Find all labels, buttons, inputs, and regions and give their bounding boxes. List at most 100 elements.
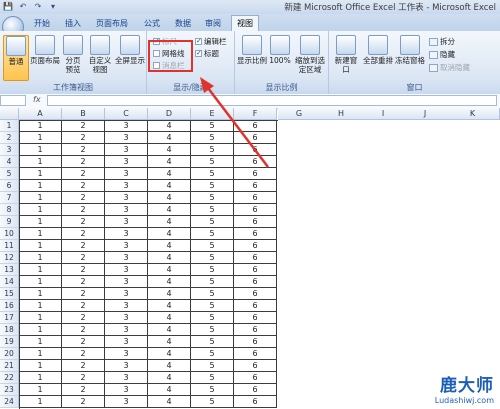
cell-e9[interactable]: 5 xyxy=(191,216,234,228)
row-header-22[interactable]: 22 xyxy=(0,372,19,384)
cell-f18[interactable]: 6 xyxy=(234,324,277,336)
cell-a14[interactable]: 1 xyxy=(19,276,62,288)
cell-b1[interactable]: 2 xyxy=(62,120,105,132)
cell-e14[interactable]: 5 xyxy=(191,276,234,288)
cell-b14[interactable]: 2 xyxy=(62,276,105,288)
row-header-14[interactable]: 14 xyxy=(0,276,19,288)
cell-a5[interactable]: 1 xyxy=(19,168,62,180)
cell-f4[interactable]: 6 xyxy=(234,156,277,168)
split-button[interactable]: 拆分 xyxy=(429,36,455,47)
cell-c19[interactable]: 3 xyxy=(105,336,148,348)
cell-c20[interactable]: 3 xyxy=(105,348,148,360)
cell-f10[interactable]: 6 xyxy=(234,228,277,240)
cell-d9[interactable]: 4 xyxy=(148,216,191,228)
tab-data[interactable]: 数据 xyxy=(173,17,193,30)
cell-c24[interactable]: 3 xyxy=(105,396,148,408)
cell-d24[interactable]: 4 xyxy=(148,396,191,408)
cell-e3[interactable]: 5 xyxy=(191,144,234,156)
cell-b22[interactable]: 2 xyxy=(62,372,105,384)
cell-b13[interactable]: 2 xyxy=(62,264,105,276)
cell-a4[interactable]: 1 xyxy=(19,156,62,168)
cell-c5[interactable]: 3 xyxy=(105,168,148,180)
cell-f5[interactable]: 6 xyxy=(234,168,277,180)
cell-f21[interactable]: 6 xyxy=(234,360,277,372)
row-header-20[interactable]: 20 xyxy=(0,348,19,360)
row-header-12[interactable]: 12 xyxy=(0,252,19,264)
cell-b21[interactable]: 2 xyxy=(62,360,105,372)
cell-c17[interactable]: 3 xyxy=(105,312,148,324)
column-header-a[interactable]: A xyxy=(19,108,62,120)
cell-f17[interactable]: 6 xyxy=(234,312,277,324)
cell-f8[interactable]: 6 xyxy=(234,204,277,216)
cell-b9[interactable]: 2 xyxy=(62,216,105,228)
cell-f15[interactable]: 6 xyxy=(234,288,277,300)
page-layout-view-button[interactable]: 页面布局 xyxy=(30,35,60,65)
cell-f22[interactable]: 6 xyxy=(234,372,277,384)
cell-e10[interactable]: 5 xyxy=(191,228,234,240)
normal-view-button[interactable]: 普通 xyxy=(3,35,29,81)
cell-a18[interactable]: 1 xyxy=(19,324,62,336)
cell-f9[interactable]: 6 xyxy=(234,216,277,228)
undo-icon[interactable]: ↶ xyxy=(17,1,29,12)
cell-e11[interactable]: 5 xyxy=(191,240,234,252)
cell-e2[interactable]: 5 xyxy=(191,132,234,144)
worksheet-grid[interactable]: ABCDEFGHIJK11234562123456312345641234565… xyxy=(0,108,500,409)
cell-d15[interactable]: 4 xyxy=(148,288,191,300)
cell-f16[interactable]: 6 xyxy=(234,300,277,312)
cell-a20[interactable]: 1 xyxy=(19,348,62,360)
cell-c10[interactable]: 3 xyxy=(105,228,148,240)
zoom-100-button[interactable]: 100% xyxy=(269,35,291,65)
cell-d6[interactable]: 4 xyxy=(148,180,191,192)
cell-e23[interactable]: 5 xyxy=(191,384,234,396)
column-header-j[interactable]: J xyxy=(404,108,447,120)
arrange-all-button[interactable]: 全部重排 xyxy=(363,35,393,65)
row-header-5[interactable]: 5 xyxy=(0,168,19,180)
cell-f2[interactable]: 6 xyxy=(234,132,277,144)
cell-b24[interactable]: 2 xyxy=(62,396,105,408)
cell-e17[interactable]: 5 xyxy=(191,312,234,324)
page-break-preview-button[interactable]: 分页预览 xyxy=(62,35,84,74)
cell-d16[interactable]: 4 xyxy=(148,300,191,312)
cell-d10[interactable]: 4 xyxy=(148,228,191,240)
cell-d12[interactable]: 4 xyxy=(148,252,191,264)
row-header-16[interactable]: 16 xyxy=(0,300,19,312)
cell-d23[interactable]: 4 xyxy=(148,384,191,396)
zoom-button[interactable]: 显示比例 xyxy=(237,35,267,65)
cell-b10[interactable]: 2 xyxy=(62,228,105,240)
column-header-b[interactable]: B xyxy=(62,108,105,120)
row-header-18[interactable]: 18 xyxy=(0,324,19,336)
cell-c12[interactable]: 3 xyxy=(105,252,148,264)
zoom-to-selection-button[interactable]: 缩放到选定区域 xyxy=(293,35,327,74)
cell-e5[interactable]: 5 xyxy=(191,168,234,180)
select-all-corner[interactable] xyxy=(0,108,19,120)
cell-e13[interactable]: 5 xyxy=(191,264,234,276)
row-header-24[interactable]: 24 xyxy=(0,396,19,408)
cell-d22[interactable]: 4 xyxy=(148,372,191,384)
row-header-10[interactable]: 10 xyxy=(0,228,19,240)
cell-d18[interactable]: 4 xyxy=(148,324,191,336)
cell-e18[interactable]: 5 xyxy=(191,324,234,336)
cell-a16[interactable]: 1 xyxy=(19,300,62,312)
cell-c6[interactable]: 3 xyxy=(105,180,148,192)
cell-c15[interactable]: 3 xyxy=(105,288,148,300)
tab-view[interactable]: 视图 xyxy=(231,15,259,31)
cell-c7[interactable]: 3 xyxy=(105,192,148,204)
cell-e6[interactable]: 5 xyxy=(191,180,234,192)
cell-f1[interactable]: 6 xyxy=(234,120,277,132)
cell-c23[interactable]: 3 xyxy=(105,384,148,396)
cell-b17[interactable]: 2 xyxy=(62,312,105,324)
cell-f24[interactable]: 6 xyxy=(234,396,277,408)
cell-f6[interactable]: 6 xyxy=(234,180,277,192)
row-header-17[interactable]: 17 xyxy=(0,312,19,324)
cell-a21[interactable]: 1 xyxy=(19,360,62,372)
row-header-23[interactable]: 23 xyxy=(0,384,19,396)
cell-d21[interactable]: 4 xyxy=(148,360,191,372)
fx-icon[interactable]: fx xyxy=(33,95,41,104)
cell-f14[interactable]: 6 xyxy=(234,276,277,288)
save-icon[interactable]: 💾 xyxy=(2,1,14,12)
cell-e19[interactable]: 5 xyxy=(191,336,234,348)
cell-a22[interactable]: 1 xyxy=(19,372,62,384)
cell-d11[interactable]: 4 xyxy=(148,240,191,252)
cell-b20[interactable]: 2 xyxy=(62,348,105,360)
cell-d3[interactable]: 4 xyxy=(148,144,191,156)
